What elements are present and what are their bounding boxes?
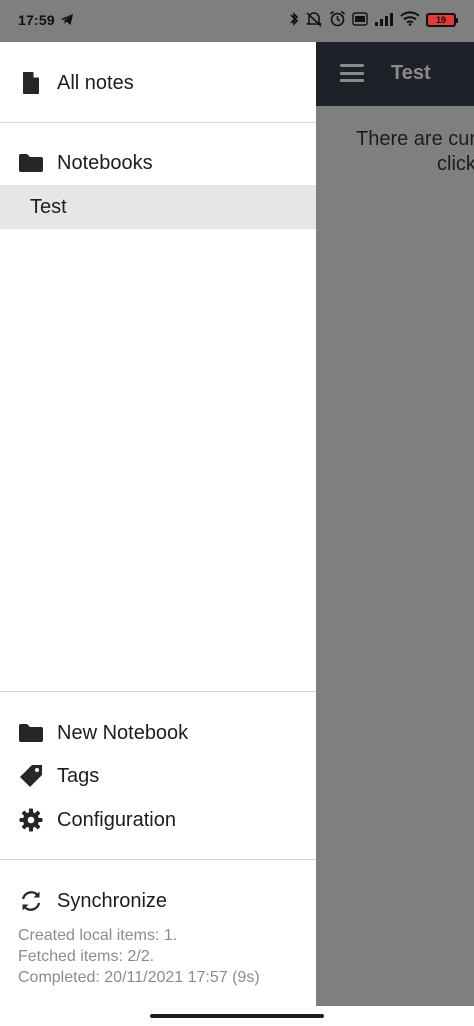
sync-report-line: Completed: 20/11/2021 17:57 (9s) — [18, 969, 260, 986]
sync-report: Created local items: 1. Fetched items: 2… — [18, 925, 260, 988]
drawer-item-tags[interactable]: Tags — [0, 754, 316, 798]
notebook-item-test[interactable]: Test — [0, 185, 316, 229]
drawer-item-all-notes[interactable]: All notes — [0, 61, 316, 105]
header-title: Test — [391, 62, 431, 84]
alarm-icon — [329, 10, 346, 30]
telegram-icon — [60, 13, 74, 29]
all-notes-label: All notes — [57, 71, 134, 94]
divider — [0, 122, 316, 123]
drawer-item-notebooks: Notebooks — [0, 141, 316, 185]
side-drawer: All notes Notebooks Test New Notebook Ta… — [0, 42, 316, 1006]
drawer-item-configuration[interactable]: Configuration — [0, 798, 316, 842]
tag-icon — [18, 763, 44, 789]
sync-icon — [18, 888, 44, 914]
divider — [0, 691, 316, 692]
folder-icon — [18, 720, 44, 746]
volte-icon — [352, 11, 368, 29]
divider — [0, 859, 316, 860]
synchronize-label: Synchronize — [57, 889, 168, 912]
new-notebook-label: New Notebook — [57, 721, 189, 744]
status-time: 17:59 — [18, 12, 55, 28]
app-header: Test — [316, 42, 474, 106]
empty-message-line2: click — [437, 153, 474, 175]
status-bar: 17:59 19 — [0, 0, 474, 42]
signal-icon — [374, 12, 394, 29]
configuration-label: Configuration — [57, 808, 176, 831]
main-screen-overlay[interactable]: Test There are cur click — [316, 42, 474, 1006]
tags-label: Tags — [57, 764, 100, 787]
mute-icon — [305, 11, 323, 30]
drawer-item-new-notebook[interactable]: New Notebook — [0, 711, 316, 755]
battery-icon: 19 — [426, 13, 458, 27]
system-nav-bar — [0, 1006, 474, 1026]
sync-report-line: Created local items: 1. — [18, 927, 178, 944]
status-icons: 19 — [289, 10, 458, 30]
drawer-item-synchronize[interactable]: Synchronize — [0, 879, 316, 923]
home-gesture-bar[interactable] — [150, 1014, 324, 1018]
wifi-icon — [400, 11, 420, 29]
bluetooth-icon — [289, 11, 299, 30]
notebook-label: Test — [30, 196, 67, 218]
gear-icon — [18, 807, 44, 833]
sync-report-line: Fetched items: 2/2. — [18, 948, 155, 965]
folder-icon — [18, 150, 44, 176]
file-icon — [18, 70, 44, 96]
empty-message-line1: There are cur — [356, 128, 474, 150]
notebooks-label: Notebooks — [57, 151, 153, 174]
hamburger-icon[interactable] — [340, 64, 364, 82]
